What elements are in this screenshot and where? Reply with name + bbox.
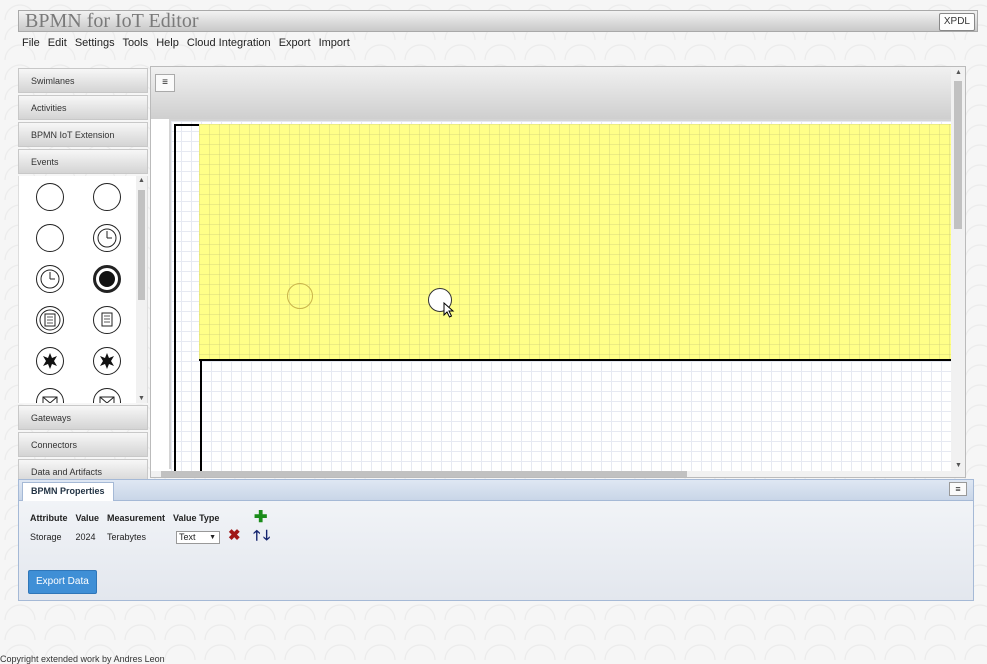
menu-export[interactable]: Export bbox=[279, 37, 311, 49]
timer-event-icon[interactable] bbox=[93, 224, 121, 252]
scroll-up-icon[interactable]: ▲ bbox=[955, 69, 962, 76]
message-intermediate-event-icon[interactable] bbox=[93, 388, 121, 403]
chevron-down-icon: ▼ bbox=[209, 533, 217, 541]
export-data-button[interactable]: Export Data bbox=[28, 570, 97, 594]
canvas-menu-icon[interactable]: ≡ bbox=[155, 74, 175, 92]
copyright-text: Copyright extended work by Andres Leon bbox=[0, 654, 165, 664]
message-event-icon[interactable] bbox=[36, 388, 64, 403]
move-down-icon[interactable]: 🡓 bbox=[263, 527, 270, 543]
palette-scrollbar[interactable]: ▲ ▼ bbox=[136, 176, 147, 403]
table-header-row: Attribute Value Measurement Value Type ✚ bbox=[30, 509, 278, 526]
section-bpmn-iot-extension[interactable]: BPMN IoT Extension bbox=[18, 122, 148, 147]
cell-attribute[interactable]: Storage bbox=[30, 525, 76, 549]
column-measurement: Measurement bbox=[107, 513, 166, 523]
diagram-canvas[interactable]: ≡ ▲ ▼ bbox=[150, 66, 966, 478]
section-events[interactable]: Events bbox=[18, 149, 148, 174]
scroll-down-icon[interactable]: ▼ bbox=[955, 462, 962, 469]
diagram-area[interactable] bbox=[169, 119, 964, 477]
table-row: Storage 2024 Terabytes Text ▼ ✖ 🡑 🡓 bbox=[30, 525, 278, 549]
menu-tools[interactable]: Tools bbox=[122, 37, 148, 49]
canvas-vertical-scrollbar[interactable]: ▲ ▼ bbox=[951, 67, 965, 477]
scroll-down-icon[interactable]: ▼ bbox=[138, 395, 145, 402]
xpdl-button[interactable]: XPDL bbox=[938, 13, 975, 31]
conditional-event-icon[interactable] bbox=[36, 306, 64, 334]
section-activities[interactable]: Activities bbox=[18, 95, 148, 120]
cell-measurement[interactable]: Terabytes bbox=[107, 525, 173, 549]
add-attribute-icon[interactable]: ✚ bbox=[254, 509, 267, 526]
attributes-table: Attribute Value Measurement Value Type ✚… bbox=[30, 509, 278, 549]
canvas-horizontal-scrollbar[interactable] bbox=[151, 471, 951, 477]
properties-menu-icon[interactable]: ≡ bbox=[949, 482, 967, 496]
properties-panel: BPMN Properties ≡ Attribute Value Measur… bbox=[18, 479, 974, 601]
menu-import[interactable]: Import bbox=[319, 37, 350, 49]
end-event-icon[interactable] bbox=[93, 265, 121, 293]
value-type-select[interactable]: Text ▼ bbox=[176, 530, 221, 544]
section-connectors[interactable]: Connectors bbox=[18, 432, 148, 457]
canvas-toolbar: ≡ bbox=[151, 67, 951, 119]
mouse-cursor-icon bbox=[443, 302, 455, 318]
column-value: Value bbox=[75, 513, 100, 523]
canvas-vscroll-thumb[interactable] bbox=[954, 81, 962, 229]
menu-cloud-integration[interactable]: Cloud Integration bbox=[187, 37, 271, 49]
properties-header: BPMN Properties ≡ bbox=[19, 480, 973, 501]
events-panel: ▲ ▼ bbox=[18, 176, 148, 403]
drawing-paper[interactable] bbox=[171, 121, 964, 477]
delete-icon[interactable]: ✖ bbox=[228, 527, 241, 544]
menu-file[interactable]: File bbox=[22, 37, 40, 49]
start-event-alt-icon[interactable] bbox=[93, 183, 121, 211]
event-placeholder[interactable] bbox=[287, 283, 313, 309]
swimlane-lane[interactable] bbox=[199, 124, 959, 361]
menu-edit[interactable]: Edit bbox=[48, 37, 67, 49]
shape-palette: Swimlanes Activities BPMN IoT Extension … bbox=[18, 68, 148, 486]
section-swimlanes[interactable]: Swimlanes bbox=[18, 68, 148, 93]
conditional-intermediate-event-icon[interactable] bbox=[93, 306, 121, 334]
timer-start-event-icon[interactable] bbox=[36, 265, 64, 293]
app-title: BPMN for IoT Editor bbox=[25, 10, 199, 32]
column-attribute: Attribute bbox=[30, 513, 68, 523]
multiple-event-icon[interactable] bbox=[36, 347, 64, 375]
intermediate-event-icon[interactable] bbox=[36, 224, 64, 252]
palette-scroll-thumb[interactable] bbox=[138, 190, 145, 300]
title-bar: BPMN for IoT Editor XPDL bbox=[18, 10, 978, 32]
menu-settings[interactable]: Settings bbox=[75, 37, 115, 49]
start-event-icon[interactable] bbox=[36, 183, 64, 211]
scroll-up-icon[interactable]: ▲ bbox=[138, 177, 145, 184]
value-type-selected: Text bbox=[179, 531, 196, 542]
menu-bar: File Edit Settings Tools Help Cloud Inte… bbox=[22, 37, 355, 49]
canvas-hscroll-thumb[interactable] bbox=[161, 471, 687, 477]
move-up-icon[interactable]: 🡑 bbox=[253, 527, 260, 543]
cell-value[interactable]: 2024 bbox=[76, 525, 108, 549]
multiple-intermediate-event-icon[interactable] bbox=[93, 347, 121, 375]
tab-bpmn-properties[interactable]: BPMN Properties bbox=[22, 482, 114, 501]
menu-help[interactable]: Help bbox=[156, 37, 179, 49]
section-gateways[interactable]: Gateways bbox=[18, 405, 148, 430]
column-value-type: Value Type bbox=[173, 513, 220, 523]
